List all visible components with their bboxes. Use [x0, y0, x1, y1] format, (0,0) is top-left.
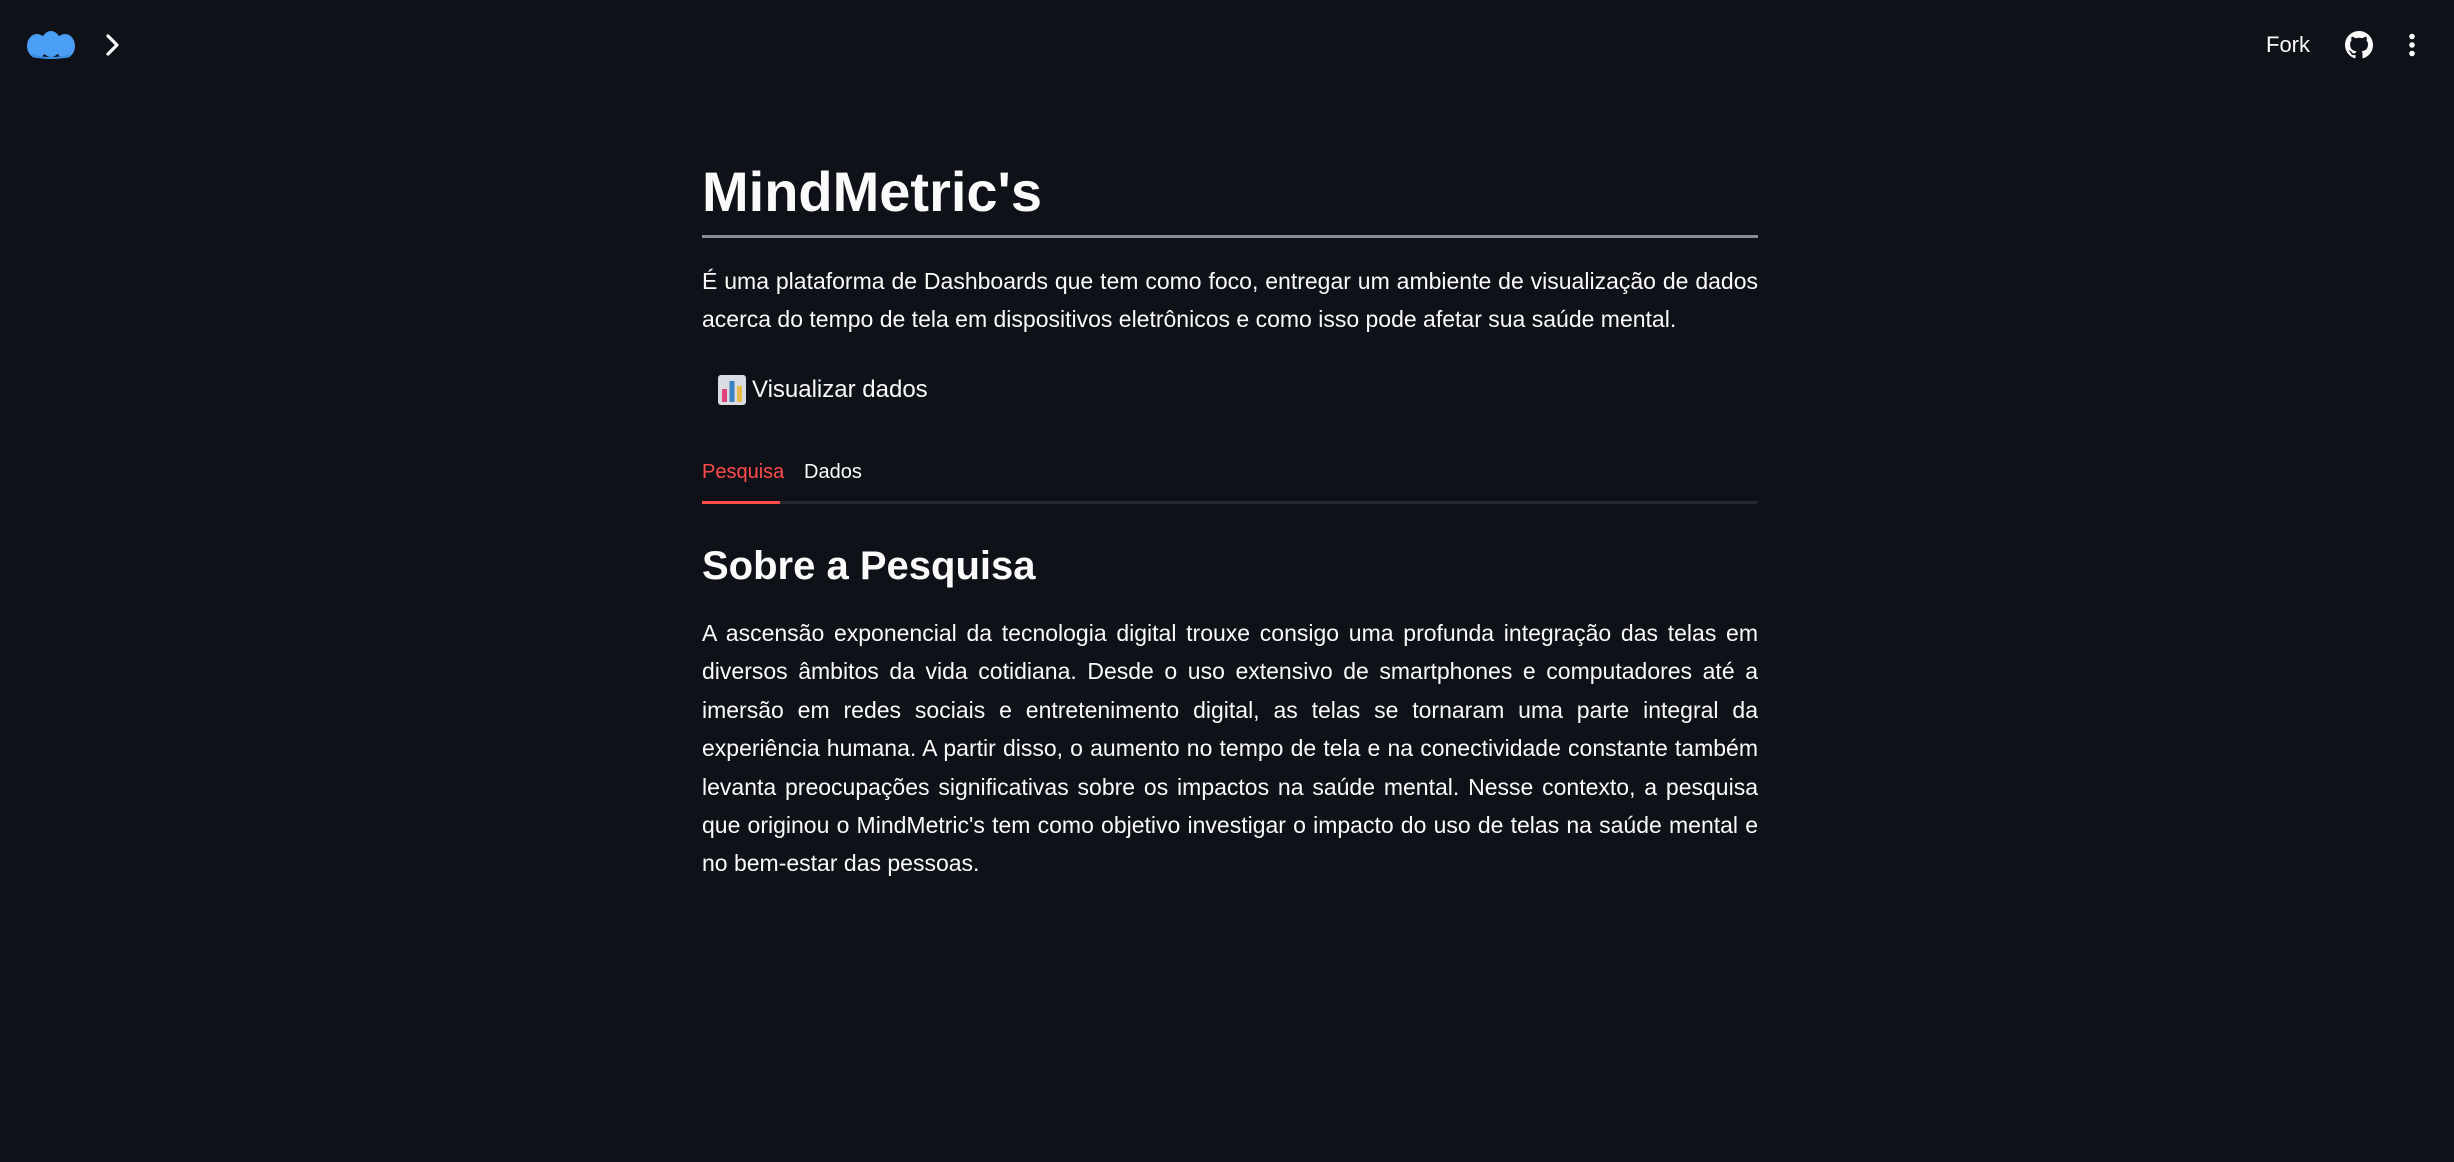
tab-bar: Pesquisa Dados	[702, 452, 1758, 504]
streamlit-logo-icon[interactable]	[26, 30, 76, 60]
visualizar-dados-link[interactable]: Visualizar dados	[718, 370, 928, 410]
fork-button[interactable]: Fork	[2266, 30, 2310, 60]
tab-bar-divider	[702, 501, 1758, 504]
app-header: Fork	[0, 0, 2454, 90]
intro-paragraph: É uma plataforma de Dashboards que tem c…	[702, 268, 1758, 332]
page-title: MindMetric's	[702, 160, 1043, 223]
tab-pesquisa[interactable]: Pesquisa	[702, 452, 784, 500]
research-paragraph: A ascensão exponencial da tecnologia dig…	[702, 620, 1758, 877]
title-divider	[702, 235, 1758, 238]
more-vertical-icon[interactable]	[2398, 28, 2426, 62]
section-heading: Sobre a Pesquisa	[702, 544, 1036, 588]
github-icon[interactable]	[2344, 30, 2374, 60]
bar-chart-icon	[718, 375, 746, 405]
active-tab-indicator	[702, 501, 780, 504]
chevron-right-icon[interactable]	[98, 30, 128, 60]
tab-dados[interactable]: Dados	[804, 452, 862, 500]
nav-link-label: Visualizar dados	[752, 376, 928, 403]
